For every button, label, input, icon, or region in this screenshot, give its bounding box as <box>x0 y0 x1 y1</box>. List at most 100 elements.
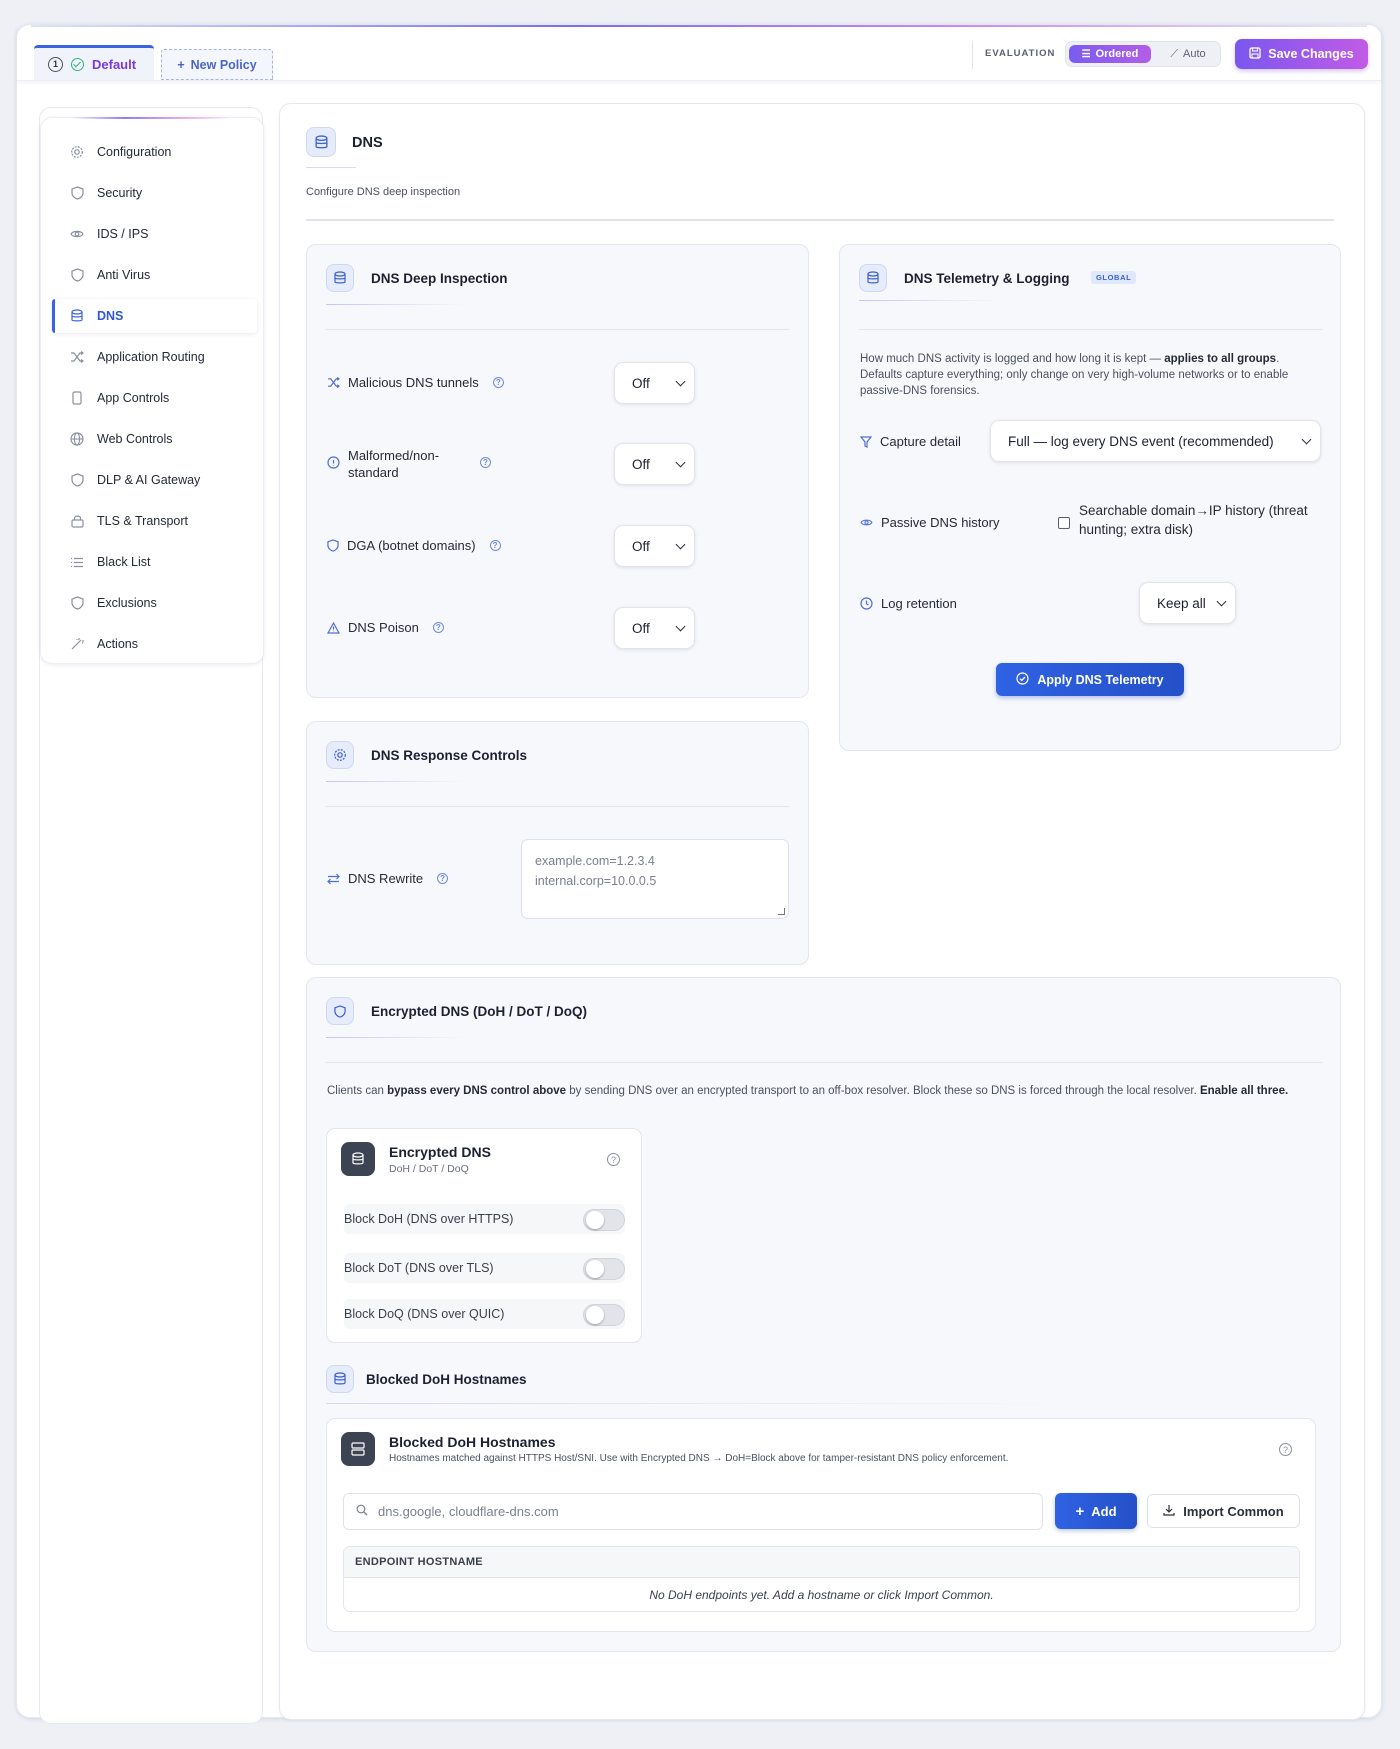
sidebar-item-dlp-ai-gateway[interactable]: DLP & AI Gateway <box>52 463 257 497</box>
sidebar-item-anti-virus[interactable]: Anti Virus <box>52 258 257 292</box>
row-label-text: Passive DNS history <box>881 515 1000 530</box>
sidebar-item-security[interactable]: Security <box>52 176 257 210</box>
sidebar-item-application-routing[interactable]: Application Routing <box>52 340 257 374</box>
shield-icon <box>69 472 85 488</box>
chevron-down-icon <box>1216 596 1227 607</box>
block-doq-toggle[interactable] <box>583 1304 625 1326</box>
divider <box>326 304 466 305</box>
capture-detail-select[interactable]: Full — log every DNS event (recommended) <box>990 420 1321 462</box>
shield-icon <box>327 539 339 552</box>
desc-text: Clients can <box>327 1085 388 1097</box>
desc-bold: bypass every DNS control above <box>387 1085 567 1097</box>
encrypted-dns-box: Encrypted DNS DoH / DoT / DoQ ? Block Do… <box>326 1128 642 1343</box>
encrypted-dns-description: Clients can bypass every DNS control abo… <box>327 1083 1307 1099</box>
sidebar-item-app-controls[interactable]: App Controls <box>52 381 257 415</box>
chevron-down-icon <box>675 457 686 468</box>
block-doh-toggle[interactable] <box>583 1209 625 1231</box>
passive-dns-label: Passive DNS history <box>860 515 999 530</box>
apply-dns-telemetry-button[interactable]: Apply DNS Telemetry <box>996 663 1184 696</box>
import-label: Import Common <box>1183 1503 1284 1519</box>
capture-detail-label: Capture detail <box>860 434 961 449</box>
tab-label: Default <box>92 56 137 72</box>
sidebar-item-actions[interactable]: Actions <box>52 627 257 661</box>
eye-icon <box>69 226 85 242</box>
help-icon[interactable]: ? <box>432 622 444 633</box>
malformed-select[interactable]: Off <box>614 443 695 485</box>
search-placeholder: dns.google, cloudflare-dns.com <box>378 1504 559 1519</box>
phone-icon <box>69 390 85 406</box>
help-icon[interactable]: ? <box>492 377 504 388</box>
help-icon[interactable]: ? <box>607 1153 620 1166</box>
sidebar-item-label: Web Controls <box>97 432 173 446</box>
block-dot-toggle[interactable] <box>583 1258 625 1280</box>
page-title: DNS <box>352 135 383 151</box>
desc-bold: applies to all groups <box>1164 353 1277 365</box>
select-value: Keep all <box>1157 595 1206 611</box>
policy-tabs-bar: 1 Default + New Policy EVALUATION ☰ Orde… <box>17 25 1381 81</box>
app-window: 1 Default + New Policy EVALUATION ☰ Orde… <box>16 24 1382 1724</box>
row-label-text: Capture detail <box>880 434 961 449</box>
eval-ordered-button[interactable]: ☰ Ordered <box>1069 45 1151 63</box>
help-icon[interactable]: ? <box>489 540 501 551</box>
resize-handle[interactable] <box>778 908 785 915</box>
dns-poison-label: DNS Poison ? <box>327 620 444 635</box>
sidebar-item-exclusions[interactable]: Exclusions <box>52 586 257 620</box>
global-badge: GLOBAL <box>1091 271 1137 284</box>
sidebar-item-label: DNS <box>97 309 124 323</box>
help-icon[interactable]: ? <box>437 873 449 884</box>
tab-default-policy[interactable]: 1 Default <box>34 45 154 80</box>
eval-auto-button[interactable]: ⟋ Auto <box>1158 45 1218 63</box>
hostname-search-input[interactable]: dns.google, cloudflare-dns.com <box>343 1493 1043 1530</box>
save-changes-button[interactable]: Save Changes <box>1235 39 1368 69</box>
table-empty-state: No DoH endpoints yet. Add a hostname or … <box>649 1587 994 1602</box>
sidebar-item-web-controls[interactable]: Web Controls <box>52 422 257 456</box>
row-label-text: Malicious DNS tunnels <box>348 375 479 390</box>
gear-icon <box>69 144 85 160</box>
sidebar-item-ids-ips[interactable]: IDS / IPS <box>52 217 257 251</box>
dga-select[interactable]: Off <box>614 525 695 567</box>
blocked-doh-section-title: Blocked DoH Hostnames <box>366 1372 527 1387</box>
chevron-down-icon <box>1301 434 1312 445</box>
globe-icon <box>69 431 85 447</box>
select-value: Off <box>632 375 650 391</box>
encrypted-dns-card: Encrypted DNS (DoH / DoT / DoQ) Clients … <box>306 977 1341 1652</box>
help-icon[interactable]: ? <box>480 457 491 468</box>
help-icon[interactable]: ? <box>1279 1443 1292 1456</box>
sidebar-item-label: Actions <box>97 637 138 651</box>
row-label-text: Log retention <box>881 596 957 611</box>
new-policy-button[interactable]: + New Policy <box>161 49 273 80</box>
sidebar-item-label: DLP & AI Gateway <box>97 473 201 487</box>
sidebar-item-black-list[interactable]: Black List <box>52 545 257 579</box>
check-circle-icon <box>1016 671 1029 688</box>
sidebar-item-label: App Controls <box>97 391 170 405</box>
passive-dns-checkbox[interactable] <box>1058 517 1070 529</box>
eval-auto-label: Auto <box>1183 48 1206 60</box>
plus-icon: + <box>177 57 185 72</box>
divider <box>972 41 973 69</box>
warning-icon <box>327 621 340 634</box>
sidebar-item-tls-transport[interactable]: TLS & Transport <box>52 504 257 538</box>
dns-rewrite-textarea[interactable]: example.com=1.2.3.4 internal.corp=10.0.0… <box>521 839 789 919</box>
malicious-dns-tunnels-select[interactable]: Off <box>614 362 695 404</box>
info-icon <box>327 456 340 469</box>
chevron-down-icon <box>675 539 686 550</box>
sidebar-item-configuration[interactable]: Configuration <box>52 135 257 169</box>
sidebar-item-dns[interactable]: DNS <box>52 299 257 333</box>
wand-icon <box>69 636 85 652</box>
blocked-doh-box: Blocked DoH Hostnames Hostnames matched … <box>326 1418 1316 1632</box>
toggle-label: Block DoT (DNS over TLS) <box>344 1261 494 1275</box>
dns-poison-select[interactable]: Off <box>614 607 695 649</box>
server-icon <box>341 1432 375 1466</box>
select-value: Off <box>632 620 650 636</box>
list-icon <box>69 554 85 570</box>
add-hostname-button[interactable]: + Add <box>1055 1493 1137 1529</box>
lock-icon <box>69 513 85 529</box>
database-icon <box>306 127 336 157</box>
sidebar-item-label: Security <box>97 186 143 200</box>
block-doq-row: Block DoQ (DNS over QUIC) <box>344 1299 625 1329</box>
apply-label: Apply DNS Telemetry <box>1037 672 1164 687</box>
log-retention-select[interactable]: Keep all <box>1139 582 1236 624</box>
import-common-button[interactable]: Import Common <box>1147 1494 1300 1528</box>
policy-number-badge: 1 <box>48 56 63 72</box>
table-header: ENDPOINT HOSTNAME <box>344 1547 1299 1578</box>
